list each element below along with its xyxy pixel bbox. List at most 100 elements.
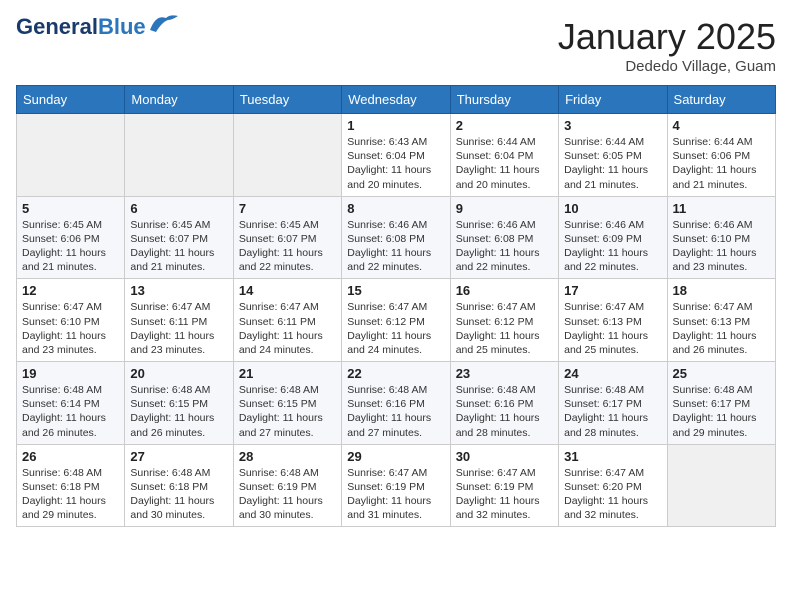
calendar-cell: 7 Sunrise: 6:45 AMSunset: 6:07 PMDaylight…	[233, 196, 341, 279]
day-number: 1	[347, 118, 444, 133]
weekday-header-monday: Monday	[125, 86, 233, 114]
day-info: Sunrise: 6:45 AMSunset: 6:07 PMDaylight:…	[239, 218, 336, 275]
weekday-header-friday: Friday	[559, 86, 667, 114]
day-info: Sunrise: 6:48 AMSunset: 6:17 PMDaylight:…	[564, 383, 661, 440]
day-info: Sunrise: 6:48 AMSunset: 6:17 PMDaylight:…	[673, 383, 770, 440]
day-info: Sunrise: 6:48 AMSunset: 6:18 PMDaylight:…	[130, 466, 227, 523]
day-info: Sunrise: 6:46 AMSunset: 6:08 PMDaylight:…	[456, 218, 553, 275]
logo: GeneralBlue	[16, 16, 180, 38]
day-info: Sunrise: 6:43 AMSunset: 6:04 PMDaylight:…	[347, 135, 444, 192]
day-number: 6	[130, 201, 227, 216]
calendar-cell: 15Sunrise: 6:47 AMSunset: 6:12 PMDayligh…	[342, 279, 450, 362]
day-info: Sunrise: 6:48 AMSunset: 6:18 PMDaylight:…	[22, 466, 119, 523]
calendar-cell: 19 Sunrise: 6:48 AMSunset: 6:14 PMDayligh…	[17, 362, 125, 445]
day-info: Sunrise: 6:46 AMSunset: 6:10 PMDaylight:…	[673, 218, 770, 275]
day-number: 5	[22, 201, 119, 216]
day-info: Sunrise: 6:47 AMSunset: 6:20 PMDaylight:…	[564, 466, 661, 523]
month-title: January 2025	[558, 16, 776, 58]
day-number: 13	[130, 283, 227, 298]
calendar-cell: 13 Sunrise: 6:47 AMSunset: 6:11 PMDayligh…	[125, 279, 233, 362]
day-number: 20	[130, 366, 227, 381]
day-number: 30	[456, 449, 553, 464]
day-number: 4	[673, 118, 770, 133]
calendar-cell: 10Sunrise: 6:46 AMSunset: 6:09 PMDayligh…	[559, 196, 667, 279]
day-number: 26	[22, 449, 119, 464]
day-info: Sunrise: 6:47 AMSunset: 6:11 PMDaylight:…	[239, 300, 336, 357]
calendar-cell: 24 Sunrise: 6:48 AMSunset: 6:17 PMDayligh…	[559, 362, 667, 445]
day-number: 9	[456, 201, 553, 216]
day-info: Sunrise: 6:47 AMSunset: 6:19 PMDaylight:…	[456, 466, 553, 523]
day-info: Sunrise: 6:47 AMSunset: 6:13 PMDaylight:…	[564, 300, 661, 357]
calendar-cell: 25 Sunrise: 6:48 AMSunset: 6:17 PMDayligh…	[667, 362, 775, 445]
calendar-cell: 12 Sunrise: 6:47 AMSunset: 6:10 PMDayligh…	[17, 279, 125, 362]
day-info: Sunrise: 6:48 AMSunset: 6:15 PMDaylight:…	[130, 383, 227, 440]
day-info: Sunrise: 6:47 AMSunset: 6:10 PMDaylight:…	[22, 300, 119, 357]
weekday-header-row: SundayMondayTuesdayWednesdayThursdayFrid…	[17, 86, 776, 114]
day-info: Sunrise: 6:48 AMSunset: 6:19 PMDaylight:…	[239, 466, 336, 523]
calendar-cell	[125, 114, 233, 197]
day-info: Sunrise: 6:48 AMSunset: 6:15 PMDaylight:…	[239, 383, 336, 440]
calendar-week-row: 19 Sunrise: 6:48 AMSunset: 6:14 PMDayligh…	[17, 362, 776, 445]
weekday-header-thursday: Thursday	[450, 86, 558, 114]
calendar-cell: 17 Sunrise: 6:47 AMSunset: 6:13 PMDayligh…	[559, 279, 667, 362]
day-number: 22	[347, 366, 444, 381]
day-info: Sunrise: 6:44 AMSunset: 6:04 PMDaylight:…	[456, 135, 553, 192]
page-header: GeneralBlue January 2025 Dededo Village,…	[16, 16, 776, 75]
day-info: Sunrise: 6:48 AMSunset: 6:14 PMDaylight:…	[22, 383, 119, 440]
title-block: January 2025 Dededo Village, Guam	[558, 16, 776, 75]
day-number: 21	[239, 366, 336, 381]
day-number: 7	[239, 201, 336, 216]
calendar-week-row: 1 Sunrise: 6:43 AMSunset: 6:04 PMDaylight…	[17, 114, 776, 197]
calendar-cell: 8Sunrise: 6:46 AMSunset: 6:08 PMDaylight…	[342, 196, 450, 279]
day-number: 19	[22, 366, 119, 381]
day-info: Sunrise: 6:45 AMSunset: 6:07 PMDaylight:…	[130, 218, 227, 275]
calendar-cell: 28 Sunrise: 6:48 AMSunset: 6:19 PMDayligh…	[233, 444, 341, 527]
calendar-week-row: 12 Sunrise: 6:47 AMSunset: 6:10 PMDayligh…	[17, 279, 776, 362]
calendar-cell: 9 Sunrise: 6:46 AMSunset: 6:08 PMDaylight…	[450, 196, 558, 279]
calendar-cell	[17, 114, 125, 197]
calendar-cell: 5Sunrise: 6:45 AMSunset: 6:06 PMDaylight…	[17, 196, 125, 279]
day-info: Sunrise: 6:47 AMSunset: 6:13 PMDaylight:…	[673, 300, 770, 357]
weekday-header-tuesday: Tuesday	[233, 86, 341, 114]
calendar-cell: 23Sunrise: 6:48 AMSunset: 6:16 PMDayligh…	[450, 362, 558, 445]
calendar-cell: 22Sunrise: 6:48 AMSunset: 6:16 PMDayligh…	[342, 362, 450, 445]
calendar-cell: 14 Sunrise: 6:47 AMSunset: 6:11 PMDayligh…	[233, 279, 341, 362]
day-info: Sunrise: 6:46 AMSunset: 6:09 PMDaylight:…	[564, 218, 661, 275]
day-info: Sunrise: 6:47 AMSunset: 6:12 PMDaylight:…	[347, 300, 444, 357]
calendar-cell: 29 Sunrise: 6:47 AMSunset: 6:19 PMDayligh…	[342, 444, 450, 527]
day-number: 16	[456, 283, 553, 298]
day-number: 29	[347, 449, 444, 464]
calendar-week-row: 5Sunrise: 6:45 AMSunset: 6:06 PMDaylight…	[17, 196, 776, 279]
logo-text: GeneralBlue	[16, 16, 146, 38]
day-number: 24	[564, 366, 661, 381]
day-number: 8	[347, 201, 444, 216]
calendar-cell: 3 Sunrise: 6:44 AMSunset: 6:05 PMDaylight…	[559, 114, 667, 197]
calendar-cell: 20 Sunrise: 6:48 AMSunset: 6:15 PMDayligh…	[125, 362, 233, 445]
day-number: 23	[456, 366, 553, 381]
day-info: Sunrise: 6:47 AMSunset: 6:12 PMDaylight:…	[456, 300, 553, 357]
day-info: Sunrise: 6:44 AMSunset: 6:05 PMDaylight:…	[564, 135, 661, 192]
calendar-cell: 4Sunrise: 6:44 AMSunset: 6:06 PMDaylight…	[667, 114, 775, 197]
day-number: 3	[564, 118, 661, 133]
day-info: Sunrise: 6:47 AMSunset: 6:19 PMDaylight:…	[347, 466, 444, 523]
location-text: Dededo Village, Guam	[558, 58, 776, 75]
calendar-cell	[667, 444, 775, 527]
calendar-table: SundayMondayTuesdayWednesdayThursdayFrid…	[16, 85, 776, 527]
day-number: 18	[673, 283, 770, 298]
day-number: 14	[239, 283, 336, 298]
calendar-week-row: 26 Sunrise: 6:48 AMSunset: 6:18 PMDayligh…	[17, 444, 776, 527]
calendar-cell: 6 Sunrise: 6:45 AMSunset: 6:07 PMDaylight…	[125, 196, 233, 279]
day-number: 25	[673, 366, 770, 381]
day-number: 2	[456, 118, 553, 133]
day-number: 31	[564, 449, 661, 464]
calendar-cell: 30 Sunrise: 6:47 AMSunset: 6:19 PMDayligh…	[450, 444, 558, 527]
day-number: 12	[22, 283, 119, 298]
calendar-cell: 1 Sunrise: 6:43 AMSunset: 6:04 PMDaylight…	[342, 114, 450, 197]
calendar-cell: 26 Sunrise: 6:48 AMSunset: 6:18 PMDayligh…	[17, 444, 125, 527]
day-number: 11	[673, 201, 770, 216]
day-number: 28	[239, 449, 336, 464]
day-number: 17	[564, 283, 661, 298]
calendar-cell: 18 Sunrise: 6:47 AMSunset: 6:13 PMDayligh…	[667, 279, 775, 362]
calendar-cell: 16 Sunrise: 6:47 AMSunset: 6:12 PMDayligh…	[450, 279, 558, 362]
day-info: Sunrise: 6:47 AMSunset: 6:11 PMDaylight:…	[130, 300, 227, 357]
